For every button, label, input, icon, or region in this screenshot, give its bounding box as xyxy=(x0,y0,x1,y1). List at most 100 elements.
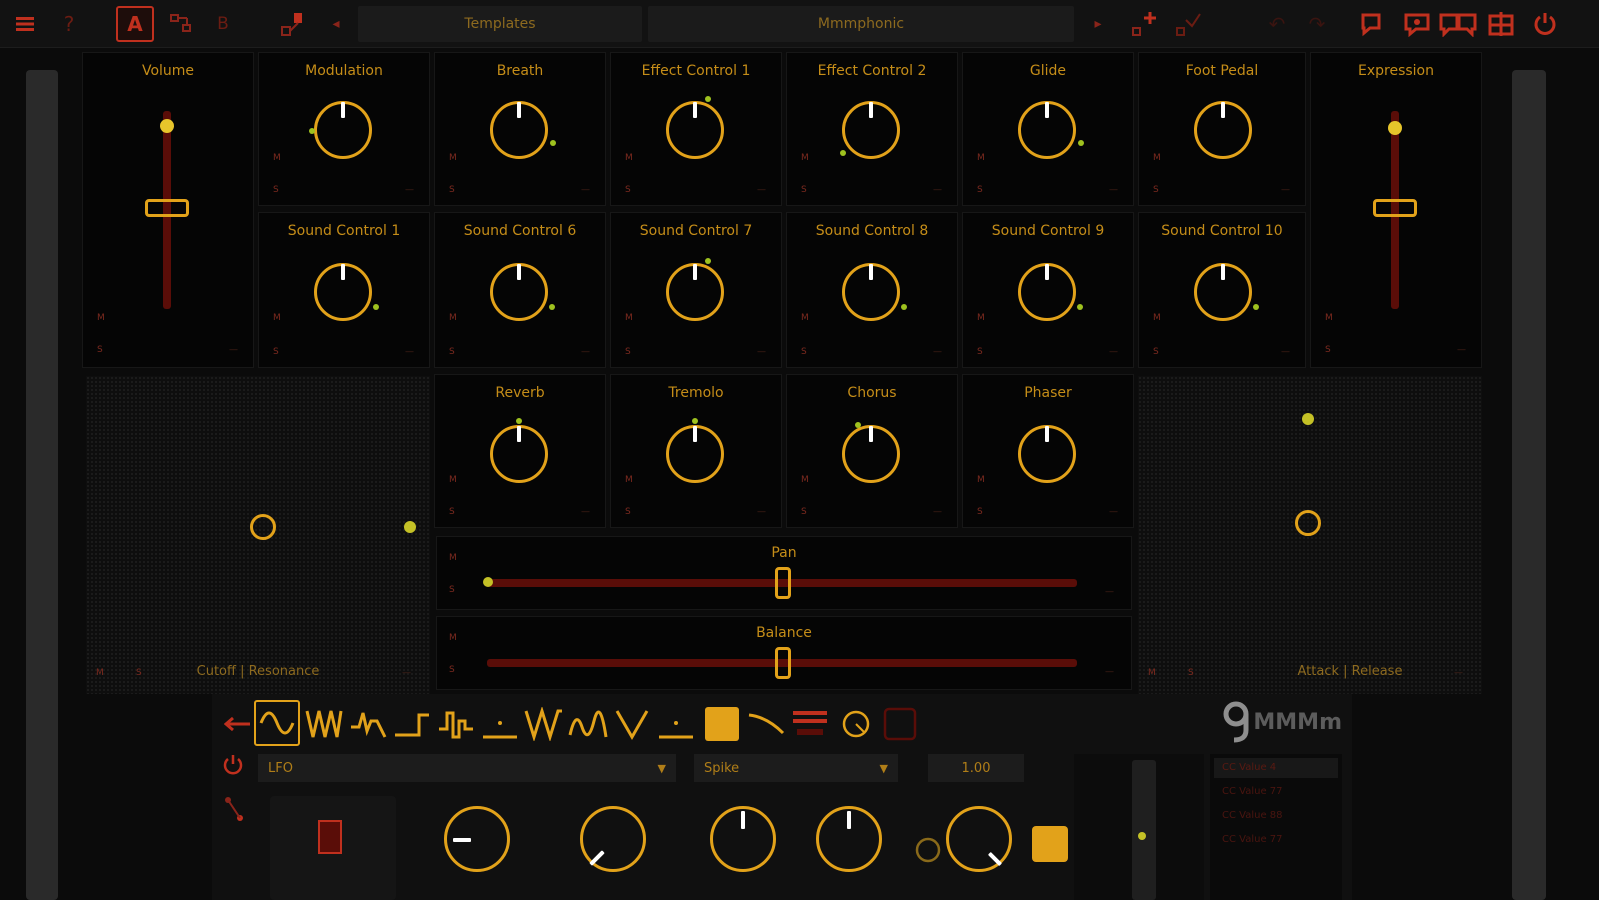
dot-line-icon[interactable] xyxy=(656,704,696,744)
grid-icon[interactable] xyxy=(1484,6,1518,42)
m-tag: M xyxy=(801,153,809,163)
knob-label: Effect Control 1 xyxy=(641,63,751,79)
cc-list[interactable]: CC Value 4 CC Value 77 CC Value 88 CC Va… xyxy=(1210,754,1342,900)
knob[interactable] xyxy=(1018,263,1083,321)
m-tag: M xyxy=(625,475,633,485)
lfo-depth-knob[interactable] xyxy=(444,806,510,872)
knob[interactable] xyxy=(666,96,724,159)
lfo-mode-dropdown[interactable]: LFO ▼ xyxy=(258,754,676,782)
save-check-icon[interactable] xyxy=(1170,6,1206,42)
volume-label: Volume xyxy=(141,63,195,79)
cc-list-item[interactable]: CC Value 77 xyxy=(1214,782,1338,802)
prev-arrow-icon[interactable]: ◂ xyxy=(326,6,346,42)
pan-thumb[interactable] xyxy=(775,567,791,599)
flat-wave-icon[interactable] xyxy=(480,704,520,744)
redo-icon[interactable]: ↷ xyxy=(1302,6,1332,42)
expression-thumb[interactable] xyxy=(1373,199,1417,217)
sync-icon[interactable] xyxy=(1032,826,1068,862)
back-arrow-icon[interactable] xyxy=(218,704,258,744)
circle-icon[interactable] xyxy=(836,704,876,744)
triangle-wave-icon[interactable] xyxy=(304,704,344,744)
m-tag: M xyxy=(1325,313,1333,323)
lfo-phase-knob[interactable] xyxy=(816,806,882,872)
knob[interactable] xyxy=(666,418,724,483)
knob-label: Breath xyxy=(496,63,544,79)
volume-thumb[interactable] xyxy=(145,199,189,217)
dash-mark: — xyxy=(1105,587,1114,597)
lfo-offset-knob[interactable] xyxy=(580,806,646,872)
layout-a-button[interactable]: A xyxy=(116,6,154,42)
knob[interactable] xyxy=(840,101,900,159)
next-arrow-icon[interactable]: ▸ xyxy=(1088,6,1108,42)
xy-handle[interactable] xyxy=(1295,510,1321,536)
square-fill-icon[interactable] xyxy=(702,704,742,744)
lfo-power-icon[interactable] xyxy=(220,752,250,782)
random-wave-icon[interactable] xyxy=(568,704,608,744)
brand-name: MMMm xyxy=(1253,709,1342,735)
knob-label: Sound Control 1 xyxy=(287,223,401,239)
knob[interactable] xyxy=(1018,101,1084,159)
record-icon[interactable] xyxy=(318,820,342,854)
template-field[interactable]: Templates xyxy=(358,6,642,42)
lfo-rate-knob[interactable] xyxy=(946,806,1012,872)
help-button[interactable]: ? xyxy=(54,6,84,42)
sine-wave-icon[interactable] xyxy=(254,700,300,746)
knob[interactable] xyxy=(1018,425,1076,483)
small-knob[interactable] xyxy=(914,830,944,864)
preset-field[interactable]: Mmmphonic xyxy=(648,6,1074,42)
curve-icon[interactable] xyxy=(746,704,786,744)
lfo-shape-dropdown[interactable]: Spike ▼ xyxy=(694,754,898,782)
knob[interactable] xyxy=(490,418,548,483)
left-scrollbar[interactable] xyxy=(26,70,58,900)
knob-panel-sound-control-1: Sound Control 1 M S — xyxy=(258,212,430,368)
knob-label: Sound Control 7 xyxy=(639,223,753,239)
lfo-rate-field[interactable]: 1.00 xyxy=(928,754,1024,782)
stop-icon[interactable] xyxy=(880,704,920,744)
knob[interactable] xyxy=(1194,263,1259,321)
saw-wave-icon[interactable] xyxy=(524,704,564,744)
knob[interactable] xyxy=(314,263,379,321)
routing-icon[interactable] xyxy=(164,6,198,42)
lfo-amount-knob[interactable] xyxy=(710,806,776,872)
m-tag: M xyxy=(449,313,457,323)
midi-in-icon[interactable] xyxy=(1398,6,1436,42)
midi-out-icon[interactable] xyxy=(1436,6,1480,42)
cc-list-item[interactable]: CC Value 4 xyxy=(1214,758,1338,778)
vee-wave-icon[interactable] xyxy=(612,704,652,744)
dash-mark: — xyxy=(1109,185,1118,195)
right-scrollbar[interactable] xyxy=(1512,70,1546,900)
noise-wave-icon[interactable] xyxy=(348,704,388,744)
pulse-wave-icon[interactable] xyxy=(436,704,476,744)
knob[interactable] xyxy=(309,101,372,159)
xy-handle[interactable] xyxy=(250,514,276,540)
knob[interactable] xyxy=(842,422,900,483)
balance-thumb[interactable] xyxy=(775,647,791,679)
knob[interactable] xyxy=(842,263,907,321)
knob[interactable] xyxy=(666,258,724,321)
menu-icon[interactable] xyxy=(8,6,42,42)
knob-panel-modulation: Modulation M S — xyxy=(258,52,430,206)
comment-icon[interactable] xyxy=(1354,6,1388,42)
lfo-routing-icon[interactable] xyxy=(222,794,248,824)
knob-panel-effect-control-1: Effect Control 1 M S — xyxy=(610,52,782,206)
add-preset-icon[interactable] xyxy=(1126,6,1162,42)
cc-list-item[interactable]: CC Value 77 xyxy=(1214,830,1338,850)
knob-label: Foot Pedal xyxy=(1185,63,1259,79)
knob[interactable] xyxy=(490,263,555,321)
power-icon[interactable] xyxy=(1528,6,1562,42)
cc-list-item[interactable]: CC Value 88 xyxy=(1214,806,1338,826)
knob[interactable] xyxy=(490,101,556,159)
undo-icon[interactable]: ↶ xyxy=(1262,6,1292,42)
dash-mark: — xyxy=(405,185,414,195)
mini-fader[interactable] xyxy=(1132,760,1156,900)
lfo-preview-box xyxy=(270,796,396,900)
meter-icon[interactable] xyxy=(790,704,830,744)
s-tag: S xyxy=(449,665,455,675)
layout-b-button[interactable]: B xyxy=(206,6,240,42)
xy-pad-attack-release[interactable]: M S Attack | Release — xyxy=(1138,376,1482,694)
xy-pad-cutoff-resonance[interactable]: M S Cutoff | Resonance — xyxy=(86,376,430,694)
m-tag: M xyxy=(273,313,281,323)
knob[interactable] xyxy=(1194,101,1252,159)
node-icon[interactable] xyxy=(276,6,310,42)
step-wave-icon[interactable] xyxy=(392,704,432,744)
